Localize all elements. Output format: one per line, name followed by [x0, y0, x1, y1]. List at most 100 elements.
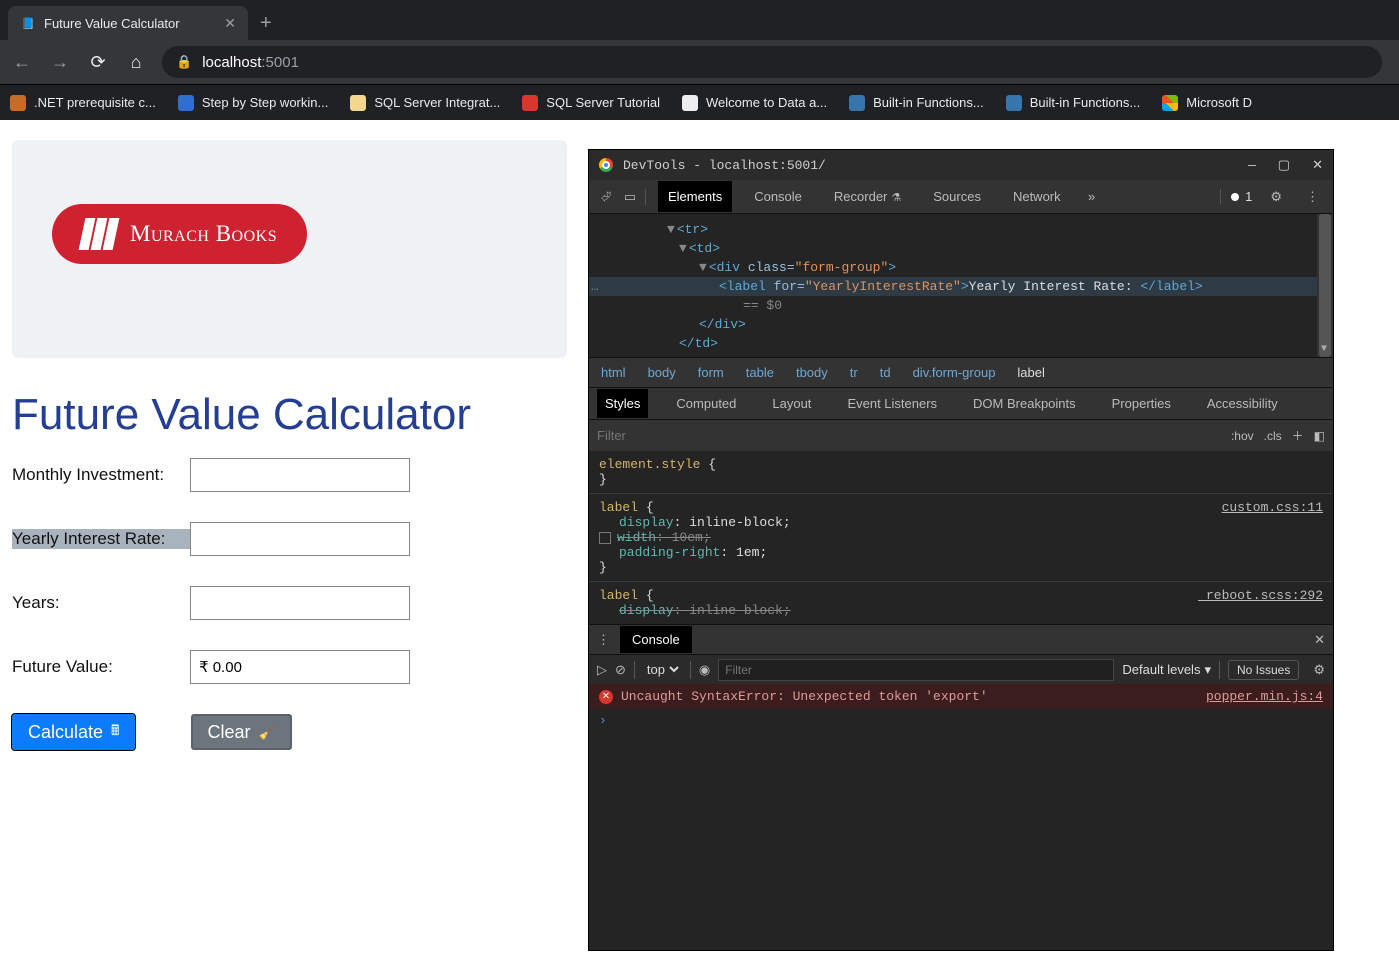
dom-tree[interactable]: ▼<tr> ▼<td> ▼<div class="form-group"> … …: [589, 214, 1333, 357]
close-drawer-icon[interactable]: ✕: [1314, 632, 1325, 648]
console-kebab-icon[interactable]: ⋮: [597, 632, 610, 648]
ellipsis-icon[interactable]: …: [591, 279, 599, 294]
inspect-icon[interactable]: ⮰: [597, 189, 615, 205]
hov-toggle[interactable]: :hov: [1231, 429, 1254, 443]
context-select[interactable]: top: [643, 661, 682, 678]
console-clear-icon[interactable]: ⊘: [615, 662, 626, 678]
console-gear-icon[interactable]: ⚙: [1313, 662, 1325, 678]
future-value-input[interactable]: [190, 650, 410, 684]
breadcrumb-item[interactable]: table: [746, 365, 774, 380]
bookmark-item[interactable]: Microsoft D: [1162, 95, 1252, 111]
css-source-link-2[interactable]: _reboot.scss:292: [1198, 588, 1323, 603]
error-message: Uncaught SyntaxError: Unexpected token '…: [621, 689, 988, 704]
bookmark-favicon: [682, 95, 698, 111]
devtools-kebab-icon[interactable]: ⋮: [1300, 189, 1325, 205]
console-play-icon[interactable]: ▷: [597, 662, 607, 678]
styles-subtab[interactable]: Styles: [597, 389, 648, 418]
logo-text: Murach Books: [130, 221, 277, 247]
bookmark-label: Built-in Functions...: [873, 95, 984, 110]
tab-recorder[interactable]: Recorder⚗: [824, 181, 911, 212]
cls-toggle[interactable]: .cls: [1264, 429, 1282, 443]
scroll-down-icon[interactable]: ▼: [1321, 344, 1327, 355]
tab-network[interactable]: Network: [1003, 181, 1071, 212]
console-filter-input[interactable]: [718, 659, 1114, 681]
styles-subtab[interactable]: Properties: [1104, 389, 1179, 418]
url-host: localhost: [202, 54, 261, 71]
selected-dom-node[interactable]: … <label for="YearlyInterestRate">Yearly…: [589, 277, 1333, 296]
maximize-icon[interactable]: ▢: [1278, 158, 1290, 173]
logo-bars-icon: [79, 218, 120, 250]
close-tab-icon[interactable]: ✕: [224, 15, 236, 32]
eye-icon[interactable]: ◉: [699, 662, 710, 678]
devtools-titlebar[interactable]: DevTools - localhost:5001/ — ▢ ✕: [589, 150, 1333, 180]
breadcrumb-item[interactable]: form: [698, 365, 724, 380]
calculator-icon: 🖩: [111, 720, 119, 744]
address-bar[interactable]: 🔒 localhost:5001: [162, 46, 1382, 78]
clear-label: Clear: [207, 722, 250, 743]
tab-elements[interactable]: Elements: [658, 181, 732, 212]
bookmark-item[interactable]: Welcome to Data a...: [682, 95, 827, 111]
tab-console[interactable]: Console: [744, 181, 812, 212]
log-levels-select[interactable]: Default levels ▾: [1122, 662, 1211, 678]
breadcrumb-item[interactable]: td: [880, 365, 891, 380]
bookmarks-bar: .NET prerequisite c... Step by Step worki…: [0, 84, 1399, 120]
devtools-window[interactable]: DevTools - localhost:5001/ — ▢ ✕ ⮰ ▭ Ele…: [589, 150, 1333, 950]
no-issues-pill[interactable]: No Issues: [1228, 660, 1299, 680]
breadcrumb-item[interactable]: body: [648, 365, 676, 380]
calculate-button[interactable]: Calculate 🖩: [12, 714, 135, 750]
bookmark-item[interactable]: Built-in Functions...: [849, 95, 984, 111]
styles-subtab[interactable]: Computed: [668, 389, 744, 418]
bookmark-favicon: [849, 95, 865, 111]
bookmark-item[interactable]: SQL Server Integrat...: [350, 95, 500, 111]
bookmark-item[interactable]: Step by Step workin...: [178, 95, 328, 111]
styles-subtab[interactable]: Event Listeners: [839, 389, 945, 418]
issues-badge[interactable]: 1: [1220, 189, 1252, 204]
bookmark-favicon: [350, 95, 366, 111]
new-style-rule-icon[interactable]: ＋: [1292, 427, 1304, 444]
styles-subtab[interactable]: DOM Breakpoints: [965, 389, 1084, 418]
years-input[interactable]: [190, 586, 410, 620]
console-drawer-tab[interactable]: Console: [620, 626, 692, 653]
css-source-link[interactable]: custom.css:11: [1222, 500, 1323, 515]
hero-banner: Murach Books: [12, 140, 567, 358]
device-toggle-icon[interactable]: ▭: [621, 189, 639, 205]
styles-filter-input[interactable]: [597, 428, 1221, 443]
css-rule-element-style[interactable]: element.style { }: [589, 451, 1333, 494]
bookmark-item[interactable]: .NET prerequisite c...: [10, 95, 156, 111]
console-error-row[interactable]: ✕ Uncaught SyntaxError: Unexpected token…: [589, 684, 1333, 709]
dom-scrollbar[interactable]: ▲ ▼: [1317, 214, 1333, 357]
bookmark-item[interactable]: Built-in Functions...: [1006, 95, 1141, 111]
css-rule-label-reboot[interactable]: _reboot.scss:292 label { display: inline…: [589, 582, 1333, 624]
breadcrumb-item[interactable]: tr: [850, 365, 858, 380]
monthly-investment-input[interactable]: [190, 458, 410, 492]
css-rule-label-custom[interactable]: custom.css:11 label { display: inline-bl…: [589, 494, 1333, 582]
reload-icon[interactable]: ⟳: [86, 52, 110, 73]
toggle-sidebar-icon[interactable]: ◧: [1314, 429, 1325, 443]
minimize-icon[interactable]: —: [1248, 158, 1256, 173]
clear-button[interactable]: Clear 🧹: [191, 714, 291, 750]
error-source-link[interactable]: popper.min.js:4: [1206, 689, 1323, 704]
bookmark-item[interactable]: SQL Server Tutorial: [522, 95, 660, 111]
browser-tab[interactable]: 📘 Future Value Calculator ✕: [8, 6, 248, 40]
label-future-value: Future Value:: [12, 657, 190, 677]
tab-sources[interactable]: Sources: [923, 181, 991, 212]
breadcrumb-item[interactable]: label: [1017, 365, 1044, 380]
styles-subtab[interactable]: Layout: [764, 389, 819, 418]
console-prompt[interactable]: ›: [589, 709, 1333, 732]
new-tab-button[interactable]: +: [248, 6, 284, 40]
breadcrumb-item[interactable]: tbody: [796, 365, 828, 380]
settings-gear-icon[interactable]: ⚙: [1264, 189, 1288, 205]
bookmark-label: SQL Server Integrat...: [374, 95, 500, 110]
breadcrumb-item[interactable]: html: [601, 365, 626, 380]
back-icon[interactable]: ←: [10, 52, 34, 73]
bookmark-label: Welcome to Data a...: [706, 95, 827, 110]
close-window-icon[interactable]: ✕: [1312, 158, 1323, 173]
home-icon[interactable]: ⌂: [124, 52, 148, 73]
breadcrumb-item[interactable]: div.form-group: [913, 365, 996, 380]
styles-subtab[interactable]: Accessibility: [1199, 389, 1286, 418]
css-checkbox[interactable]: [599, 532, 611, 544]
yearly-interest-rate-input[interactable]: [190, 522, 410, 556]
breadcrumb[interactable]: html body form table tbody tr td div.form-group…: [589, 357, 1333, 387]
more-tabs-icon[interactable]: »: [1083, 189, 1101, 204]
forward-icon[interactable]: →: [48, 52, 72, 73]
